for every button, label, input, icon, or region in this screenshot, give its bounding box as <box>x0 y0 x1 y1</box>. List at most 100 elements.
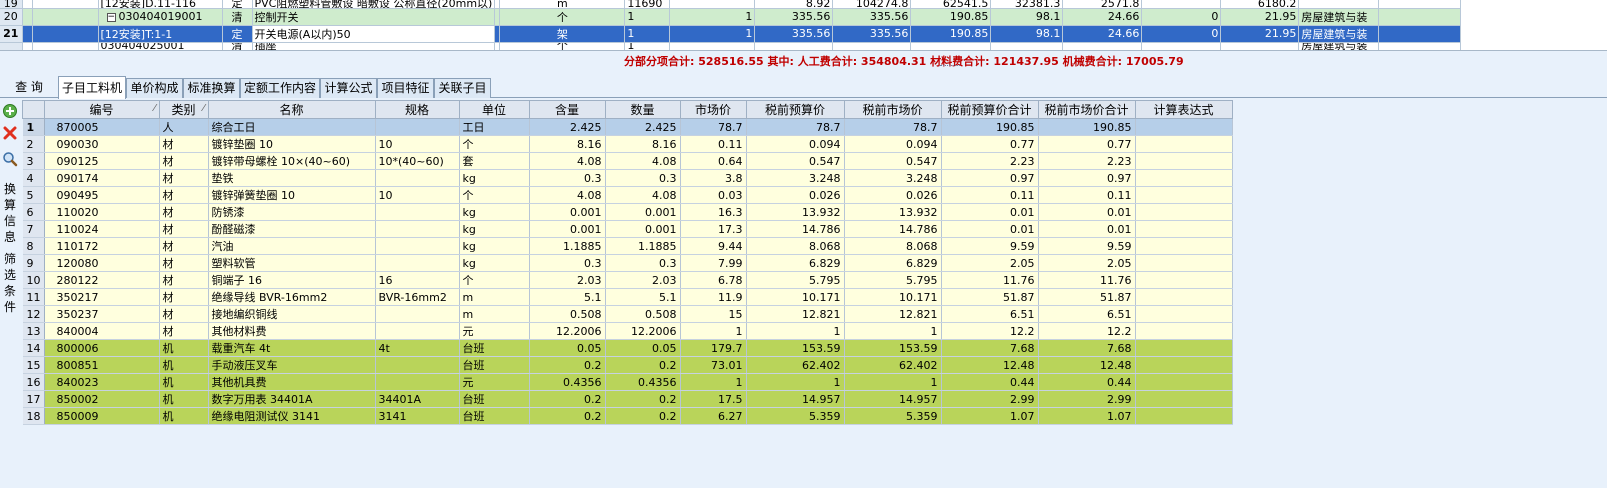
header-pretax-budget-total[interactable]: 税前预算价合计 <box>940 100 1039 119</box>
material-spec[interactable] <box>375 220 460 238</box>
material-expression[interactable] <box>1135 152 1233 170</box>
material-expression[interactable] <box>1135 322 1233 340</box>
item-category[interactable]: 房屋建筑与装 <box>1298 25 1380 43</box>
item-unit[interactable]: 个 <box>499 8 626 26</box>
item-category[interactable] <box>1298 0 1380 9</box>
material-pretax-market-total[interactable]: 0.01 <box>1038 203 1136 221</box>
tree-spacer[interactable] <box>32 0 99 9</box>
material-quantity[interactable]: 4.08 <box>605 186 681 204</box>
item-unit[interactable]: 架 <box>499 25 626 43</box>
material-unit[interactable]: kg <box>459 169 530 187</box>
material-spec[interactable] <box>375 322 460 340</box>
material-quantity[interactable]: 1.1885 <box>605 237 681 255</box>
material-pretax-budget-total[interactable]: 0.97 <box>941 169 1039 187</box>
material-market-price[interactable]: 7.99 <box>680 254 747 272</box>
material-unit[interactable]: 个 <box>459 186 530 204</box>
material-content[interactable]: 0.4356 <box>529 373 606 391</box>
row-number[interactable]: 2 <box>22 135 45 153</box>
row-number[interactable]: 16 <box>22 373 45 391</box>
material-unit[interactable]: kg <box>459 254 530 272</box>
material-row[interactable]: 6 110020 材防锈漆 kg 0.001 0.001 16.3 13.932 13.932 0… <box>22 203 1233 221</box>
tab-unit-price-composition[interactable]: 单价构成 <box>126 78 183 98</box>
item-management[interactable] <box>1220 42 1300 50</box>
tree-spacer[interactable] <box>32 42 99 50</box>
material-row[interactable]: 3 090125 材镀锌带母螺栓 10×(40~60) 10*(40~60) 套 4.08… <box>22 152 1233 170</box>
item-quantity[interactable] <box>669 42 756 50</box>
material-name[interactable]: 绝缘电阻测试仪 3141 <box>208 407 376 425</box>
vertical-tab-conversion-info[interactable]: 换 算 信 息 <box>4 181 18 245</box>
material-category[interactable]: 机 <box>159 356 209 374</box>
material-name[interactable]: 垫铁 <box>208 169 376 187</box>
item-unit-price[interactable]: 8.92 <box>754 0 834 9</box>
item-name[interactable]: PVC阻燃塑料管敷设 暗敷设 公称直径(20mm以) <box>252 0 496 9</box>
material-quantity[interactable]: 0.2 <box>605 390 681 408</box>
material-category[interactable]: 材 <box>159 220 209 238</box>
material-pretax-market-price[interactable]: 10.171 <box>844 288 942 306</box>
material-pretax-budget-total[interactable]: 9.59 <box>941 237 1039 255</box>
material-pretax-market-total[interactable]: 6.51 <box>1038 305 1136 323</box>
material-code[interactable]: 840023 <box>44 373 160 391</box>
tree-spacer[interactable] <box>32 8 99 26</box>
item-total[interactable]: 335.56 <box>832 25 912 43</box>
material-spec[interactable] <box>375 305 460 323</box>
row-number[interactable]: 4 <box>22 169 45 187</box>
item-total[interactable] <box>832 42 912 50</box>
item-code[interactable]: [12安装]T:1-1 <box>98 25 223 43</box>
material-category[interactable]: 材 <box>159 152 209 170</box>
material-pretax-budget-total[interactable]: 12.48 <box>941 356 1039 374</box>
material-pretax-budget-total[interactable]: 51.87 <box>941 288 1039 306</box>
material-expression[interactable] <box>1135 407 1233 425</box>
tab-query[interactable]: 查 询 <box>4 78 54 98</box>
material-name[interactable]: 铜端子 16 <box>208 271 376 289</box>
material-pretax-market-total[interactable]: 2.05 <box>1038 254 1136 272</box>
item-labor[interactable] <box>910 42 992 50</box>
row-number[interactable]: 12 <box>22 305 45 323</box>
material-content[interactable]: 2.425 <box>529 118 606 136</box>
tree-spacer[interactable] <box>32 25 99 43</box>
material-spec[interactable] <box>375 254 460 272</box>
material-name[interactable]: 酚醛磁漆 <box>208 220 376 238</box>
item-type[interactable]: 清 <box>222 8 253 26</box>
material-category[interactable]: 材 <box>159 169 209 187</box>
material-code[interactable]: 120080 <box>44 254 160 272</box>
material-name[interactable]: 其他材料费 <box>208 322 376 340</box>
item-labor[interactable]: 62541.5 <box>910 0 992 9</box>
upper-item-row[interactable]: 20−030404019001 清控制开关个 1 1 335.56 335.56 190.8… <box>0 8 1462 26</box>
item-total[interactable]: 104274.8 <box>832 0 912 9</box>
row-number[interactable]: 8 <box>22 237 45 255</box>
material-expression[interactable] <box>1135 373 1233 391</box>
row-number[interactable]: 6 <box>22 203 45 221</box>
material-expression[interactable] <box>1135 271 1233 289</box>
material-content[interactable]: 1.1885 <box>529 237 606 255</box>
material-pretax-budget-total[interactable]: 2.99 <box>941 390 1039 408</box>
header-category[interactable]: 类别 ⁄ <box>158 100 209 119</box>
material-pretax-budget-price[interactable]: 5.359 <box>746 407 845 425</box>
tab-formula[interactable]: 计算公式 <box>320 78 377 98</box>
material-code[interactable]: 090030 <box>44 135 160 153</box>
material-unit[interactable]: 台班 <box>459 339 530 357</box>
material-pretax-budget-price[interactable]: 6.829 <box>746 254 845 272</box>
material-expression[interactable] <box>1135 254 1233 272</box>
material-pretax-market-price[interactable]: 14.786 <box>844 220 942 238</box>
item-name[interactable]: 控制开关 <box>252 8 496 26</box>
material-spec[interactable]: 10 <box>375 186 460 204</box>
material-code[interactable]: 090174 <box>44 169 160 187</box>
material-pretax-budget-price[interactable]: 8.068 <box>746 237 845 255</box>
material-pretax-budget-price[interactable]: 0.026 <box>746 186 845 204</box>
item-equipment[interactable] <box>1141 0 1222 9</box>
material-pretax-budget-total[interactable]: 2.23 <box>941 152 1039 170</box>
material-pretax-market-price[interactable]: 0.026 <box>844 186 942 204</box>
material-expression[interactable] <box>1135 135 1233 153</box>
material-name[interactable]: 塑料软管 <box>208 254 376 272</box>
material-category[interactable]: 材 <box>159 305 209 323</box>
material-row[interactable]: 14 800006 机载重汽车 4t 4t 台班 0.05 0.05 179.7 153.59 1… <box>22 339 1233 357</box>
material-row[interactable]: 18 850009 机绝缘电阻测试仪 3141 3141 台班 0.2 0.2 6.27 5.3… <box>22 407 1233 425</box>
material-category[interactable]: 材 <box>159 288 209 306</box>
item-material[interactable] <box>990 42 1064 50</box>
material-unit[interactable]: m <box>459 288 530 306</box>
upper-item-row[interactable]: 19 [12安装]D.11-116 定 PVC阻燃塑料管敷设 暗敷设 公称直径(20m… <box>0 0 1462 9</box>
material-quantity[interactable]: 0.2 <box>605 407 681 425</box>
material-spec[interactable]: 3141 <box>375 407 460 425</box>
material-unit[interactable]: 个 <box>459 271 530 289</box>
material-unit[interactable]: kg <box>459 237 530 255</box>
